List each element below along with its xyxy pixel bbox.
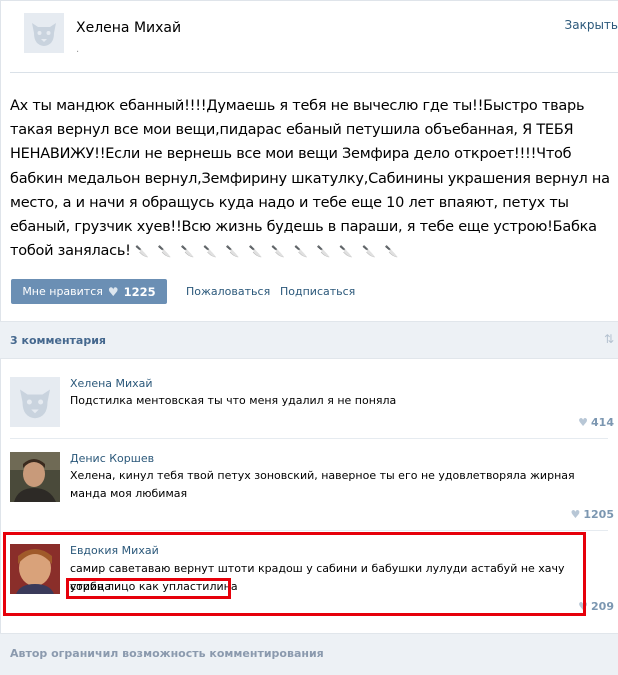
post-text: Ах ты мандюк ебанный!!!!Думаешь я тебя н… xyxy=(10,94,618,264)
knife-icon: 🔪 xyxy=(157,245,172,259)
comments-header-bar: 3 комментария ⇅ xyxy=(0,321,618,359)
knife-icon: 🔪 xyxy=(339,245,354,259)
comment-text: Подстилка ментовская ты что меня удалил … xyxy=(70,394,397,407)
knife-icon: 🔪 xyxy=(316,245,331,259)
comment-author-name[interactable]: Денис Коршев xyxy=(70,452,154,465)
post-author-name[interactable]: Хелена Михай xyxy=(76,20,181,36)
post-author-subtitle: . xyxy=(76,44,80,55)
knife-icon: 🔪 xyxy=(248,245,263,259)
comments-footer-bar: Автор ограничил возможность комментирова… xyxy=(0,633,618,675)
comments-restricted-notice: Автор ограничил возможность комментирова… xyxy=(10,647,324,660)
heart-icon: ♥ xyxy=(570,508,581,521)
post-text-body: Ах ты мандюк ебанный!!!!Думаешь я тебя н… xyxy=(10,98,610,260)
man-photo-icon xyxy=(10,452,60,502)
knife-icon: 🔪 xyxy=(271,245,285,259)
subscribe-link[interactable]: Подписаться xyxy=(280,285,355,298)
highlight-box-phrase xyxy=(66,578,231,599)
knife-icon: 🔪 xyxy=(225,245,240,259)
knife-icon: 🔪 xyxy=(362,245,376,259)
like-button[interactable]: Мне нравится ♥ 1225 xyxy=(11,279,167,304)
window-top-border xyxy=(0,0,618,1)
knife-icon: 🔪 xyxy=(135,245,149,259)
comment-divider xyxy=(10,530,608,531)
comment-like-count: 414 xyxy=(591,416,614,429)
like-count: 1225 xyxy=(123,284,156,299)
default-dog-avatar-icon xyxy=(24,13,64,53)
like-button-label: Мне нравится xyxy=(22,285,103,298)
comment-avatar[interactable] xyxy=(10,452,60,502)
knife-icon: 🔪 xyxy=(384,245,399,259)
post-author-avatar[interactable] xyxy=(24,13,64,53)
knife-icon: 🔪 xyxy=(293,245,308,259)
knife-icon: 🔪 xyxy=(180,245,195,259)
comment-avatar[interactable] xyxy=(10,377,60,427)
knife-emoji-row: 🔪 🔪 🔪 🔪 🔪 🔪 🔪 🔪 🔪 🔪 🔪 🔪 xyxy=(135,243,407,259)
comment-like-button[interactable]: ♥ 1205 xyxy=(571,508,615,521)
knife-icon: 🔪 xyxy=(203,245,217,259)
heart-icon: ♥ xyxy=(107,284,119,299)
default-dog-avatar-icon xyxy=(10,377,60,427)
sort-arrows-icon[interactable]: ⇅ xyxy=(604,332,614,346)
comment-like-button[interactable]: ♥ 414 xyxy=(578,416,614,429)
comment-like-count: 209 xyxy=(591,600,614,613)
heart-icon: ♥ xyxy=(578,416,589,429)
comment-divider xyxy=(10,438,608,439)
comment-author-name[interactable]: Хелена Михай xyxy=(70,377,153,390)
comment-like-count: 1205 xyxy=(583,508,614,521)
report-link[interactable]: Пожаловаться xyxy=(186,285,270,298)
highlight-box-comment xyxy=(3,532,586,616)
header-divider xyxy=(10,72,618,73)
comments-count-label: 3 комментария xyxy=(10,334,106,347)
comment-text: Хелена, кинул тебя твой петух зоновский,… xyxy=(70,469,575,500)
close-link[interactable]: Закрыть xyxy=(565,18,618,32)
